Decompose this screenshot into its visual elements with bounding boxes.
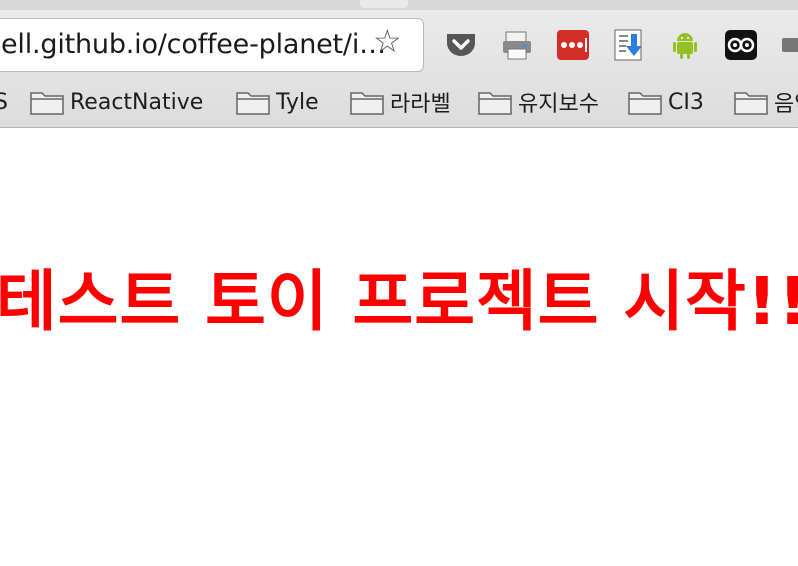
pocket-icon[interactable] <box>444 28 478 62</box>
bookmark-folder-laravel[interactable]: 라라벨 <box>350 84 451 120</box>
tab[interactable] <box>360 0 408 8</box>
bookmark-folder-reactnative[interactable]: ReactNative <box>30 84 203 120</box>
folder-icon <box>734 92 768 115</box>
extension-icon[interactable] <box>780 28 798 62</box>
page-headline: 테스트 토이 프로젝트 시작!! <box>0 263 798 340</box>
address-bar[interactable]: ell.github.io/coffee-planet/i… ☆ <box>0 18 424 72</box>
bookmark-label: 유지보수 <box>518 92 599 117</box>
bookmark-star-icon[interactable]: ☆ <box>373 25 402 57</box>
android-icon[interactable] <box>668 28 702 62</box>
tab-strip <box>0 0 798 10</box>
bookmark-label: ReactNative <box>70 89 204 115</box>
download-icon[interactable] <box>612 28 646 62</box>
lastpass-icon[interactable] <box>556 28 590 62</box>
bookmark-folder-maintenance[interactable]: 유지보수 <box>478 84 599 120</box>
folder-icon <box>628 92 662 115</box>
folder-icon <box>30 92 64 115</box>
printer-icon[interactable] <box>500 28 534 62</box>
folder-icon <box>478 92 512 115</box>
bookmark-folder-music[interactable]: 음악 <box>734 84 798 120</box>
folder-icon <box>350 92 384 115</box>
bookmark-label: 라라벨 <box>390 92 451 117</box>
url-text[interactable]: ell.github.io/coffee-planet/i… <box>1 29 386 60</box>
bookmark-label: 음악 <box>774 92 798 117</box>
bookmark-folder-ci3[interactable]: CI3 <box>628 84 704 120</box>
folder-icon <box>236 92 270 115</box>
bookmark-item-partial[interactable]: S <box>0 84 8 120</box>
bookmark-label: CI3 <box>668 89 704 115</box>
browser-toolbar: ell.github.io/coffee-planet/i… ☆ S React… <box>0 0 798 128</box>
owl-icon[interactable] <box>724 28 758 62</box>
bookmark-label: Tyle <box>276 89 319 115</box>
bookmark-folder-tyle[interactable]: Tyle <box>236 84 319 120</box>
bookmarks-bar: S ReactNative Tyle 라라벨 유지보수 CI3 음 <box>0 84 798 120</box>
